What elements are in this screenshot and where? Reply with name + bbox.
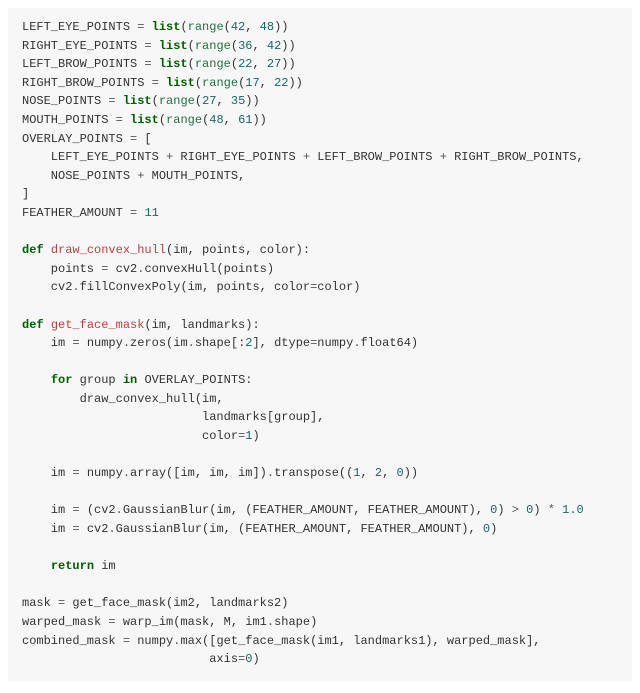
code-line: axis=0) (22, 652, 260, 666)
code-line: points = cv2.convexHull(points) (22, 262, 274, 276)
code-line: color=1) (22, 429, 260, 443)
code-line: for group in OVERLAY_POINTS: (22, 373, 252, 387)
code-line: FEATHER_AMOUNT = 11 (22, 206, 159, 220)
code-block: LEFT_EYE_POINTS = list(range(42, 48)) RI… (8, 8, 632, 681)
code-line: LEFT_BROW_POINTS = list(range(22, 27)) (22, 57, 296, 71)
page-container: LEFT_EYE_POINTS = list(range(42, 48)) RI… (0, 0, 640, 693)
code-line: RIGHT_BROW_POINTS = list(range(17, 22)) (22, 76, 303, 90)
code-line: draw_convex_hull(im, (22, 392, 224, 406)
code-line: combined_mask = numpy.max([get_face_mask… (22, 634, 541, 648)
code-line: im = numpy.array([im, im, im]).transpose… (22, 466, 418, 480)
code-line: mask = get_face_mask(im2, landmarks2) (22, 596, 288, 610)
code-line: NOSE_POINTS + MOUTH_POINTS, (22, 169, 245, 183)
code-line: def draw_convex_hull(im, points, color): (22, 243, 310, 257)
code-line: return im (22, 559, 116, 573)
code-line: OVERLAY_POINTS = [ (22, 132, 152, 146)
code-line: LEFT_EYE_POINTS + RIGHT_EYE_POINTS + LEF… (22, 150, 584, 164)
code-line: im = (cv2.GaussianBlur(im, (FEATHER_AMOU… (22, 503, 584, 517)
code-line: im = numpy.zeros(im.shape[:2], dtype=num… (22, 336, 418, 350)
code-line: NOSE_POINTS = list(range(27, 35)) (22, 94, 260, 108)
code-line: cv2.fillConvexPoly(im, points, color=col… (22, 280, 360, 294)
code-line: im = cv2.GaussianBlur(im, (FEATHER_AMOUN… (22, 522, 497, 536)
code-line: MOUTH_POINTS = list(range(48, 61)) (22, 113, 267, 127)
code-line: landmarks[group], (22, 410, 324, 424)
code-line: ] (22, 187, 29, 201)
code-line: def get_face_mask(im, landmarks): (22, 318, 260, 332)
code-line: warped_mask = warp_im(mask, M, im1.shape… (22, 615, 317, 629)
code-line: RIGHT_EYE_POINTS = list(range(36, 42)) (22, 39, 296, 53)
code-line: LEFT_EYE_POINTS = list(range(42, 48)) (22, 20, 288, 34)
